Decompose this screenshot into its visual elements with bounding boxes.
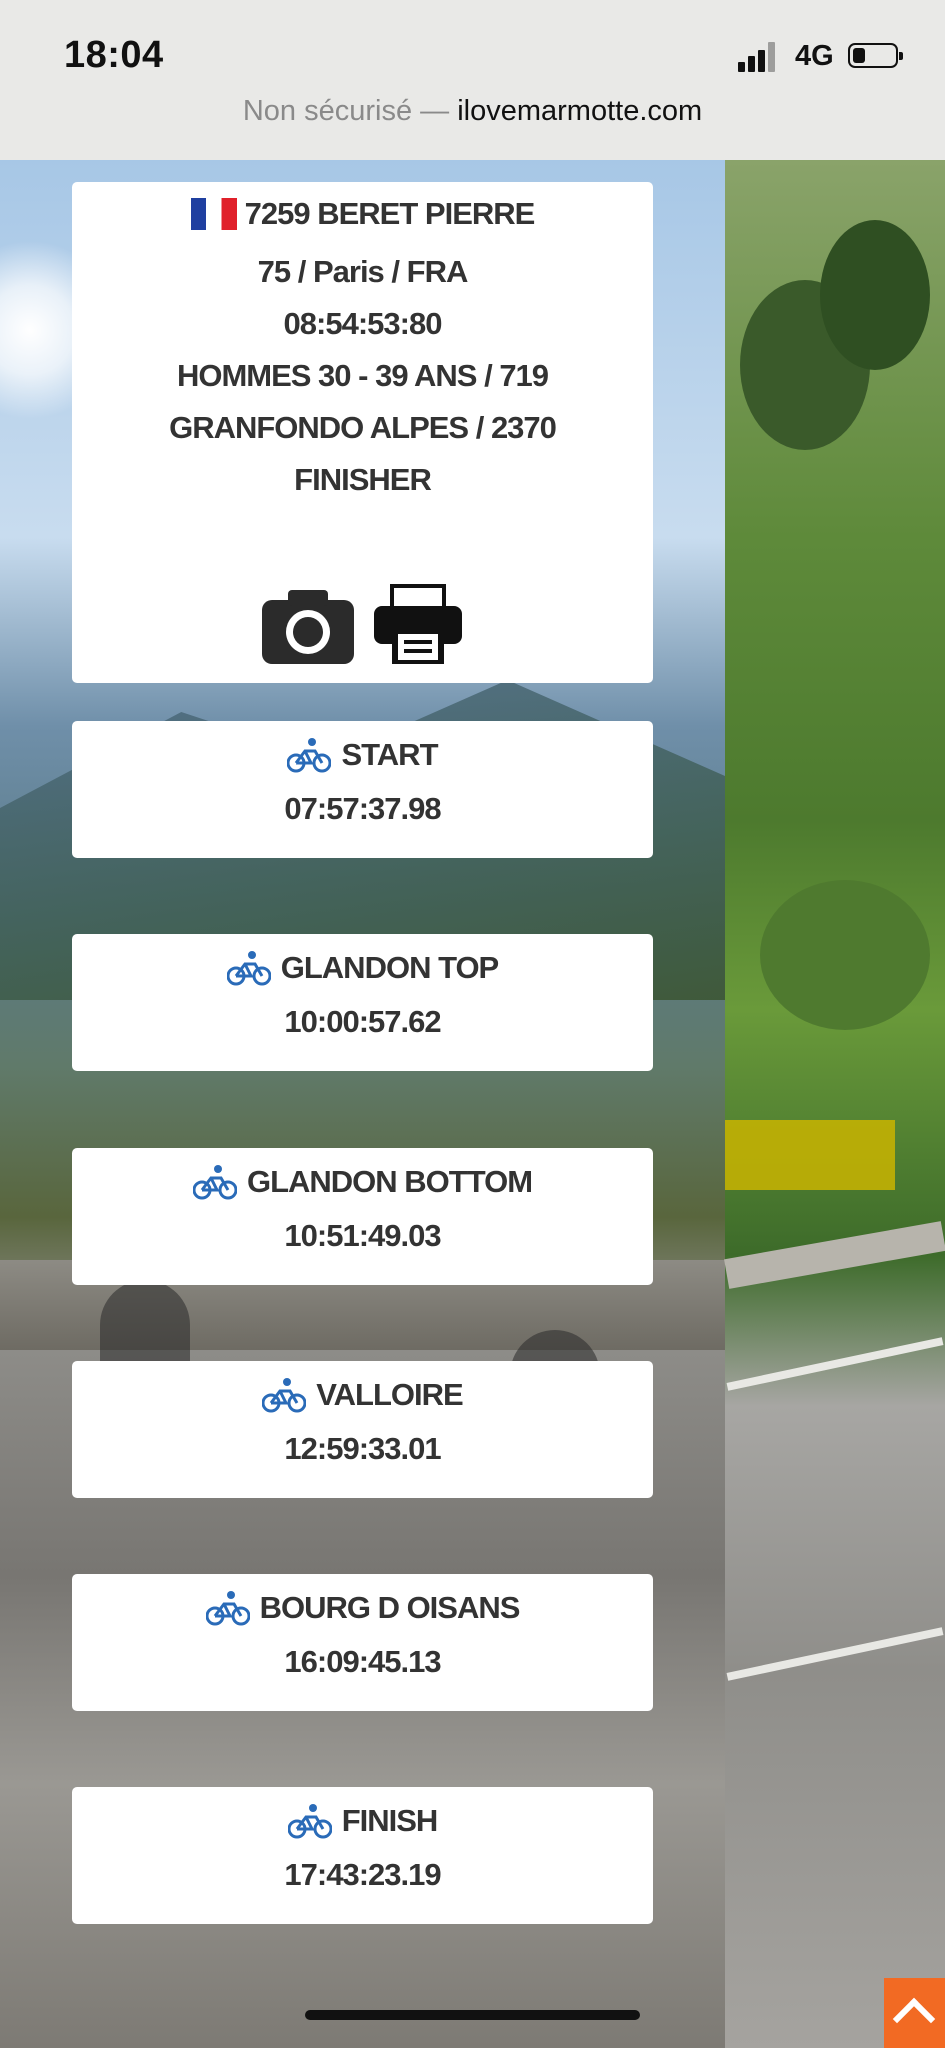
category-rank: HOMMES 30 - 39 ANS / 719 bbox=[176, 358, 549, 393]
split-label: START bbox=[341, 737, 438, 772]
split-label: FINISH bbox=[341, 1803, 439, 1838]
split-time: 17:43:23.19 bbox=[284, 1857, 441, 1892]
split-label: BOURG D OISANS bbox=[259, 1590, 521, 1625]
split-card: BOURG D OISANS 16:09:45.13 bbox=[72, 1574, 653, 1711]
split-card: GLANDON TOP 10:00:57.62 bbox=[72, 934, 653, 1071]
security-note: Non sécurisé — bbox=[242, 95, 450, 127]
split-time: 07:57:37.98 bbox=[284, 791, 441, 826]
bicycle-icon bbox=[287, 1804, 332, 1839]
home-indicator[interactable] bbox=[305, 2010, 640, 2020]
france-flag-icon bbox=[190, 198, 237, 230]
signal-icon bbox=[738, 42, 782, 72]
battery-icon bbox=[848, 43, 903, 68]
race-rank: GRANFONDO ALPES / 2370 bbox=[169, 410, 557, 445]
bicycle-icon bbox=[226, 951, 271, 986]
split-time: 12:59:33.01 bbox=[284, 1431, 441, 1466]
split-time: 10:00:57.62 bbox=[284, 1004, 441, 1039]
total-time: 08:54:53:80 bbox=[283, 306, 443, 341]
bicycle-icon bbox=[192, 1165, 237, 1200]
url-domain: ilovemarmotte.com bbox=[457, 95, 703, 127]
rider-name-row: 7259 BERET PIERRE bbox=[72, 192, 653, 236]
address-bar[interactable]: Non sécurisé — ilovemarmotte.com bbox=[0, 95, 945, 128]
split-card: GLANDON BOTTOM 10:51:49.03 bbox=[72, 1148, 653, 1285]
bicycle-icon bbox=[262, 1378, 307, 1413]
network-type: 4G bbox=[795, 40, 834, 72]
rider-info-card: 7259 BERET PIERRE 75 / Paris / FRA 08:54… bbox=[72, 182, 653, 683]
split-card: START 07:57:37.98 bbox=[72, 721, 653, 858]
split-label: VALLOIRE bbox=[316, 1377, 463, 1412]
split-label: GLANDON TOP bbox=[280, 950, 499, 985]
split-card: FINISH 17:43:23.19 bbox=[72, 1787, 653, 1924]
bicycle-icon bbox=[205, 1591, 250, 1626]
split-label: GLANDON BOTTOM bbox=[246, 1164, 533, 1199]
split-time: 10:51:49.03 bbox=[284, 1218, 441, 1253]
rider-name: 7259 BERET PIERRE bbox=[244, 196, 536, 231]
finisher-status: FINISHER bbox=[294, 462, 432, 497]
bicycle-icon bbox=[287, 738, 332, 773]
camera-icon[interactable] bbox=[258, 580, 358, 668]
split-time: 16:09:45.13 bbox=[284, 1644, 441, 1679]
browser-chrome: 18:04 4G Non sécurisé — ilovemarmotte.co… bbox=[0, 0, 945, 160]
printer-icon[interactable] bbox=[368, 580, 468, 668]
split-card: VALLOIRE 12:59:33.01 bbox=[72, 1361, 653, 1498]
rider-location: 75 / Paris / FRA bbox=[257, 254, 469, 289]
scroll-to-top-button[interactable] bbox=[884, 1978, 945, 2048]
status-time: 18:04 bbox=[64, 34, 164, 76]
